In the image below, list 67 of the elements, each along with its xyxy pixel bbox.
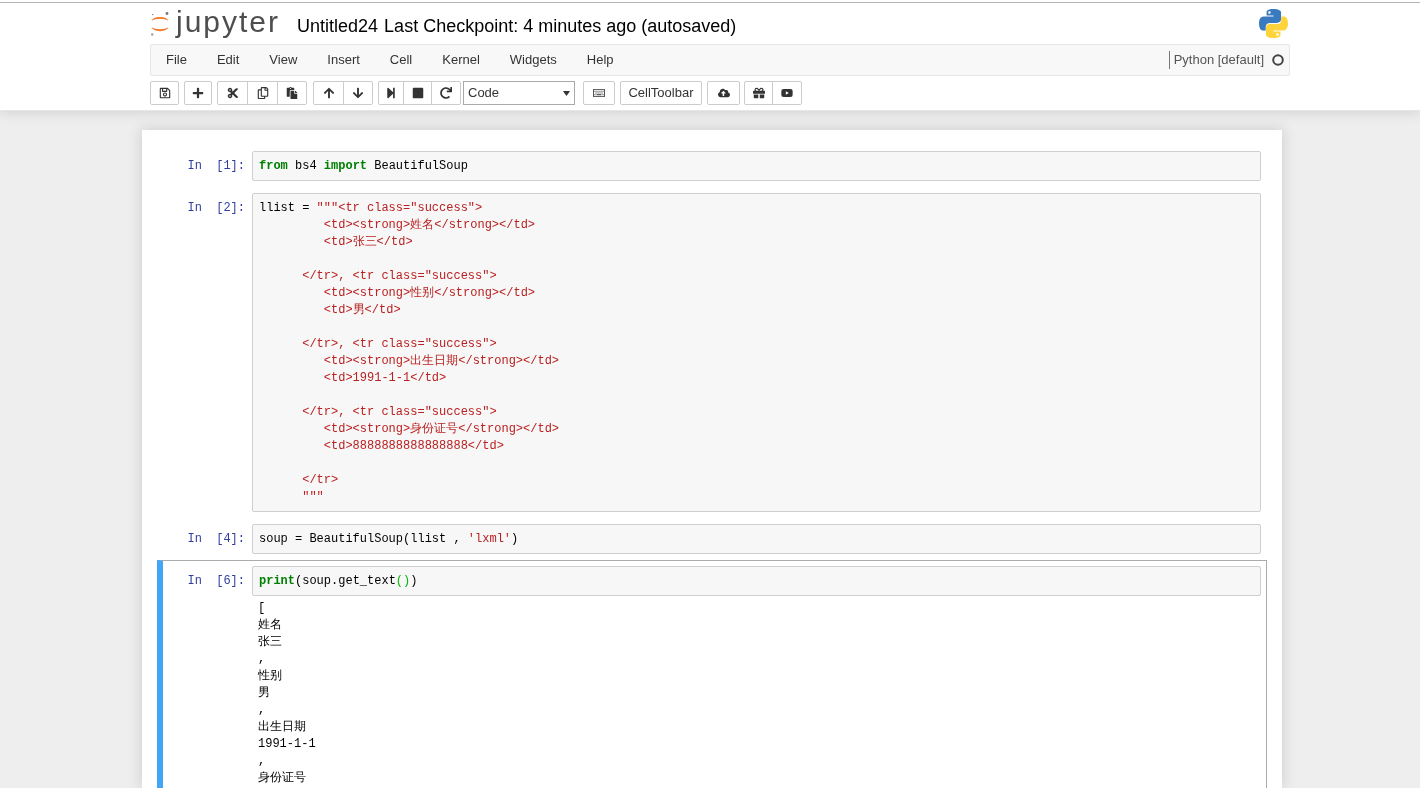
- cell-toolbar-button[interactable]: CellToolbar: [620, 81, 702, 105]
- output-line: 性别: [258, 668, 282, 685]
- play-icon: [781, 87, 793, 99]
- cell-type-select[interactable]: Code: [463, 81, 575, 105]
- arrow-up-icon: [322, 87, 335, 99]
- output-line: 男: [258, 685, 270, 702]
- input-prompt: In [1]:: [187, 158, 245, 175]
- cloud-upload-icon: [717, 87, 730, 99]
- copy-button[interactable]: [247, 81, 278, 105]
- notebook-cell[interactable]: In [6]: print(soup.get_text()) [ 姓名 张三 , 性别 男 , 出生日期 1991-1-1 , 身份证号: [157, 560, 1267, 788]
- scissors-icon: [226, 87, 239, 99]
- output-line: ,: [258, 702, 266, 719]
- copy-icon: [256, 87, 269, 99]
- notebook-cell[interactable]: In [1]: from bs4 import BeautifulSoup: [157, 145, 1267, 187]
- move-down-button[interactable]: [343, 81, 373, 105]
- code-input[interactable]: print(soup.get_text()): [252, 566, 1261, 596]
- paste-icon: [286, 87, 298, 99]
- input-prompt: In [4]:: [187, 531, 245, 548]
- stop-button[interactable]: [403, 81, 432, 105]
- output-line: 张三: [258, 634, 282, 651]
- output-line: ,: [258, 651, 266, 668]
- kernel-name[interactable]: Python [default]: [1173, 50, 1264, 70]
- input-prompt: In [6]:: [187, 573, 245, 590]
- code-input[interactable]: soup = BeautifulSoup(llist , 'lxml'): [252, 524, 1261, 554]
- logo-icon: [150, 10, 170, 37]
- plus-icon: [192, 87, 204, 99]
- menu-item[interactable]: Widgets: [494, 45, 572, 75]
- code-input[interactable]: from bs4 import BeautifulSoup: [252, 151, 1261, 181]
- output-line: 身份证号: [258, 770, 306, 787]
- save-button[interactable]: [150, 81, 179, 105]
- arrow-down-icon: [352, 87, 364, 99]
- run-button[interactable]: [378, 81, 404, 105]
- gift-icon: [752, 87, 765, 99]
- cut-button[interactable]: [217, 81, 248, 105]
- menu-item[interactable]: File: [151, 45, 202, 75]
- gift-button[interactable]: [744, 81, 773, 105]
- play-button[interactable]: [772, 81, 802, 105]
- upload-button[interactable]: [707, 81, 740, 105]
- checkpoint-status: Last Checkpoint: 4 minutes ago (autosaved): [384, 15, 737, 37]
- restart-button[interactable]: [431, 81, 461, 105]
- output-line: 姓名: [258, 617, 282, 634]
- output-line: ,: [258, 753, 266, 770]
- notebook-cell[interactable]: In [4]: soup = BeautifulSoup(llist , 'lxml'): [157, 518, 1267, 560]
- keyboard-button[interactable]: [583, 81, 615, 105]
- step-forward-icon: [385, 87, 397, 99]
- menu-item[interactable]: Edit: [201, 45, 255, 75]
- code-input[interactable]: llist = """<tr class="success"> <td><strong>姓名</strong></td> <td>张三</td> </tr>, <tr class="success"> <td><strong>性别</strong></td> <td>男</td> </tr>, <tr class="success"> <td><strong>出生日期</strong></td> <td>1991-1-1</td> </tr>, <tr class="success"> <td><strong>身份证号</strong></td> <td>8888888888888888</td> </tr> """: [252, 193, 1261, 512]
- output-line: [: [258, 600, 266, 617]
- circular-arrow-icon: [440, 87, 452, 99]
- logo-wordmark: jupyter: [176, 5, 281, 38]
- menu-item[interactable]: Cell: [374, 45, 428, 75]
- output-line: 1991-1-1: [258, 736, 316, 753]
- menu-item[interactable]: Help: [571, 45, 629, 75]
- output-line: 出生日期: [258, 719, 306, 736]
- kernel-logo-icon: [1259, 9, 1288, 38]
- stop-icon: [411, 87, 424, 99]
- paste-button[interactable]: [277, 81, 307, 105]
- insert-cell-button[interactable]: [184, 81, 212, 105]
- menu-item[interactable]: View: [254, 45, 313, 75]
- menu-item[interactable]: Kernel: [427, 45, 495, 75]
- move-up-button[interactable]: [313, 81, 344, 105]
- save-icon: [158, 87, 171, 99]
- menu-item[interactable]: Insert: [312, 45, 375, 75]
- keyboard-icon: [593, 87, 605, 99]
- caret-down-icon: [563, 90, 570, 96]
- input-prompt: In [2]:: [187, 200, 245, 217]
- notebook-name[interactable]: Untitled24: [297, 15, 379, 37]
